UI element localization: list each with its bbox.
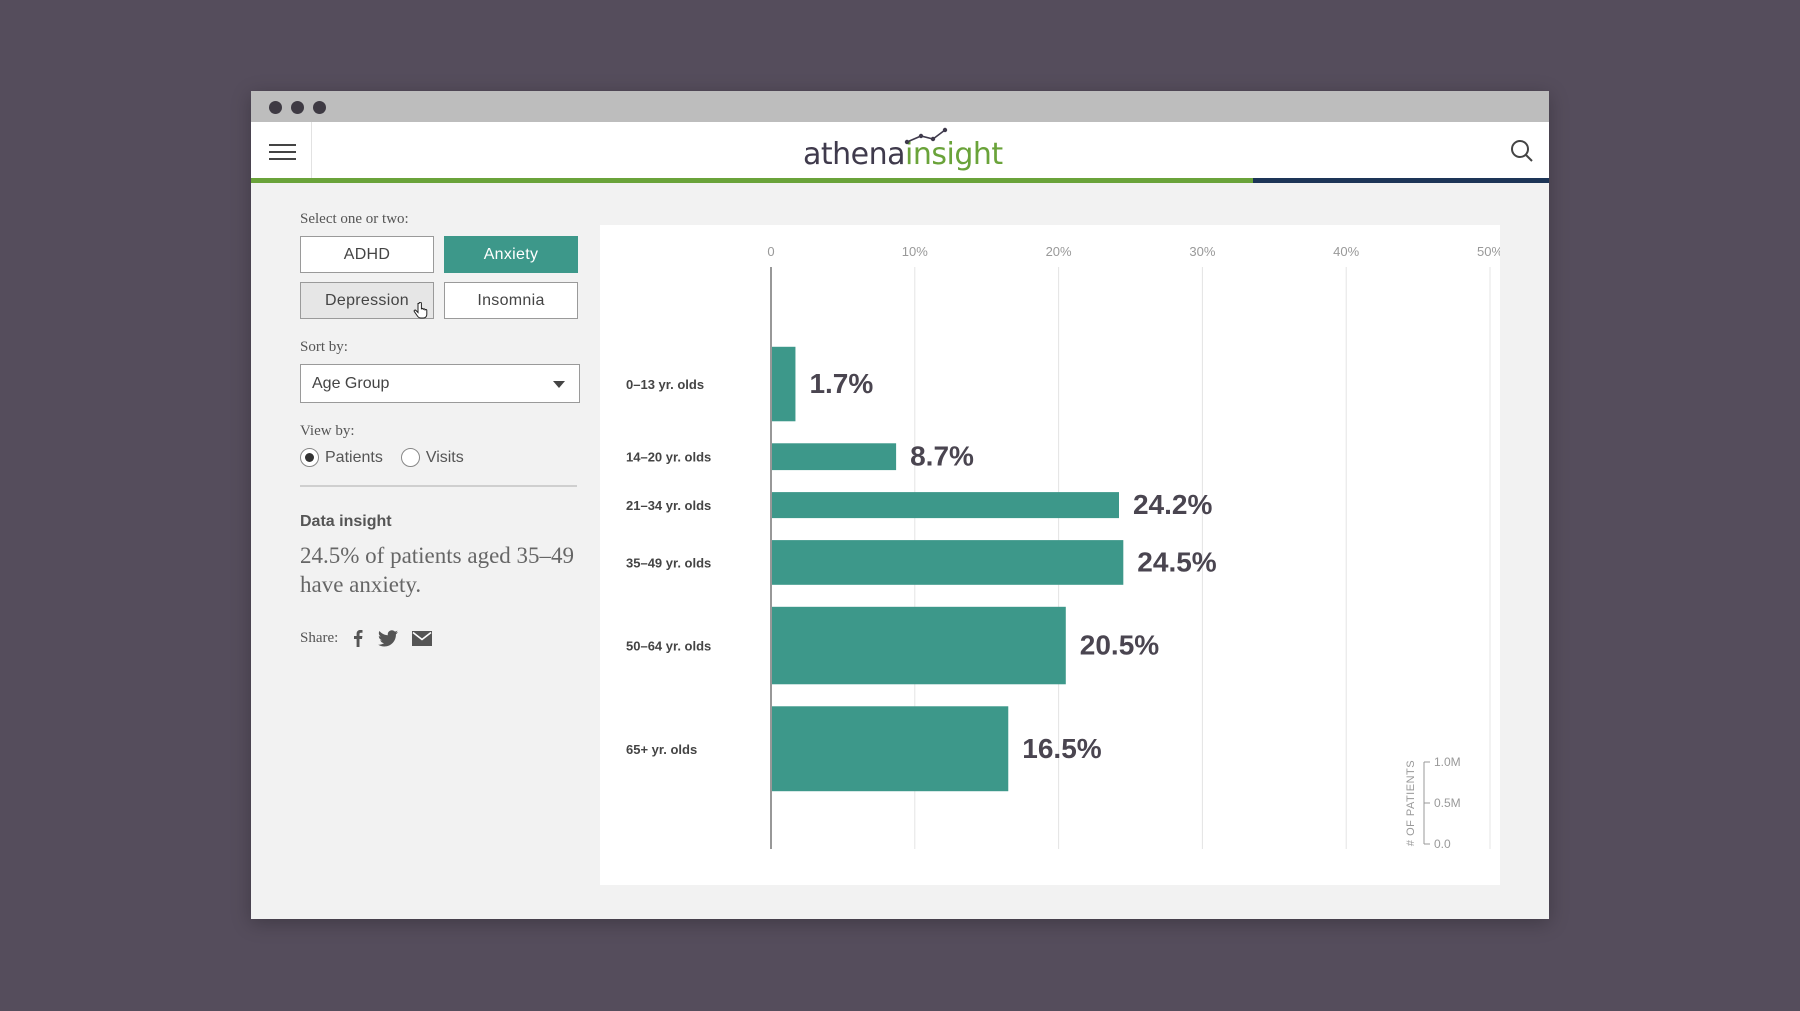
data-insight-text: 24.5% of patients aged 35–49 have anxiet… [300, 543, 575, 597]
hamburger-icon [269, 144, 296, 146]
bar [772, 443, 897, 471]
bar [772, 540, 1124, 585]
sort-by-value: Age Group [312, 375, 390, 392]
facebook-icon [354, 630, 363, 647]
condition-button-depression[interactable]: Depression [300, 282, 434, 319]
condition-button-label: Anxiety [483, 245, 539, 263]
condition-button-label: ADHD [343, 245, 391, 263]
x-tick-label: 40% [1333, 244, 1359, 259]
x-tick-label: 10% [902, 244, 928, 259]
category-label: 21–34 yr. olds [626, 498, 711, 513]
chevron-down-icon [553, 381, 565, 388]
select-conditions-label: Select one or two: [300, 211, 409, 227]
bar-value-label: 1.7% [809, 368, 873, 399]
top-navigation: athenainsight [251, 122, 1549, 183]
window-titlebar [251, 91, 1549, 122]
athenainsight-logo[interactable]: athenainsight [803, 126, 1003, 176]
radio-label: Visits [425, 448, 464, 466]
bar [772, 346, 796, 422]
reading-progress-bar [251, 178, 1549, 183]
bar-value-label: 16.5% [1022, 733, 1101, 764]
x-tick-label: 30% [1189, 244, 1215, 259]
data-insight-title: Data insight [300, 513, 392, 530]
window-maximize-dot[interactable] [313, 101, 326, 114]
logo-trend-line-icon [904, 127, 948, 145]
size-legend-tick-label: 1.0M [1434, 755, 1461, 769]
condition-button-insomnia[interactable]: Insomnia [444, 282, 578, 319]
radio-label: Patients [325, 448, 383, 466]
email-icon [412, 630, 433, 646]
condition-button-group: ADHD Anxiety Depression Insomnia [300, 236, 580, 319]
category-label: 65+ yr. olds [626, 742, 697, 757]
browser-window: athenainsight Select one or two: ADHD An… [251, 91, 1549, 919]
bar [772, 492, 1119, 519]
category-label: 35–49 yr. olds [626, 555, 711, 570]
bar [772, 606, 1066, 685]
pointer-cursor-icon [413, 302, 428, 319]
twitter-icon [378, 629, 399, 646]
size-legend-tick-label: 0.0 [1434, 837, 1451, 851]
reading-progress-fill [251, 178, 1254, 183]
sort-by-label: Sort by: [300, 339, 348, 355]
search-button[interactable] [1509, 138, 1535, 164]
twitter-share-button[interactable] [378, 629, 399, 647]
share-label: Share: [300, 629, 339, 646]
window-minimize-dot[interactable] [291, 101, 304, 114]
age-group-bar-chart: 0 10% 20% 30% 40% 50% 0–13 yr. olds 1.7% 14–20 y… [626, 244, 1500, 851]
bar-value-label: 20.5% [1080, 630, 1159, 661]
search-icon [1511, 140, 1533, 162]
sidebar-divider [300, 485, 577, 487]
category-label: 14–20 yr. olds [626, 450, 711, 465]
bar-value-label: 24.2% [1133, 489, 1212, 520]
condition-button-adhd[interactable]: ADHD [300, 236, 434, 273]
share-row: Share: [300, 629, 580, 647]
bar-value-label: 24.5% [1137, 546, 1216, 577]
condition-button-anxiety[interactable]: Anxiety [444, 236, 578, 273]
radio-unchecked-icon [400, 448, 420, 467]
hamburger-icon-line [269, 151, 296, 153]
view-by-label: View by: [300, 423, 355, 439]
view-by-visits-radio[interactable]: Visits [400, 448, 464, 467]
size-legend-title: # OF PATIENTS [1405, 760, 1417, 846]
view-by-radio-group: Patients Visits [300, 448, 580, 467]
x-tick-label: 0 [767, 244, 774, 259]
radio-checked-icon [300, 448, 319, 467]
view-by-patients-radio[interactable]: Patients [300, 448, 383, 467]
email-share-button[interactable] [412, 630, 433, 646]
sort-by-select[interactable]: Age Group [300, 364, 580, 403]
chart-panel: 0 10% 20% 30% 40% 50% 0–13 yr. olds 1.7% 14–20 y… [600, 225, 1500, 885]
condition-button-label: Insomnia [477, 291, 545, 309]
size-legend-tick-label: 0.5M [1434, 796, 1461, 810]
x-tick-label: 20% [1046, 244, 1072, 259]
category-label: 50–64 yr. olds [626, 639, 711, 654]
bar-value-label: 8.7% [910, 441, 974, 472]
filter-sidebar: Select one or two: ADHD Anxiety Depressi… [300, 211, 580, 647]
bar [772, 706, 1009, 792]
category-label: 0–13 yr. olds [626, 377, 704, 392]
condition-button-label: Depression [325, 291, 409, 309]
window-close-dot[interactable] [269, 101, 282, 114]
hamburger-menu-button[interactable] [251, 122, 312, 179]
hamburger-icon-line [269, 158, 296, 160]
x-tick-label: 50% [1477, 244, 1500, 259]
facebook-share-button[interactable] [352, 629, 364, 647]
